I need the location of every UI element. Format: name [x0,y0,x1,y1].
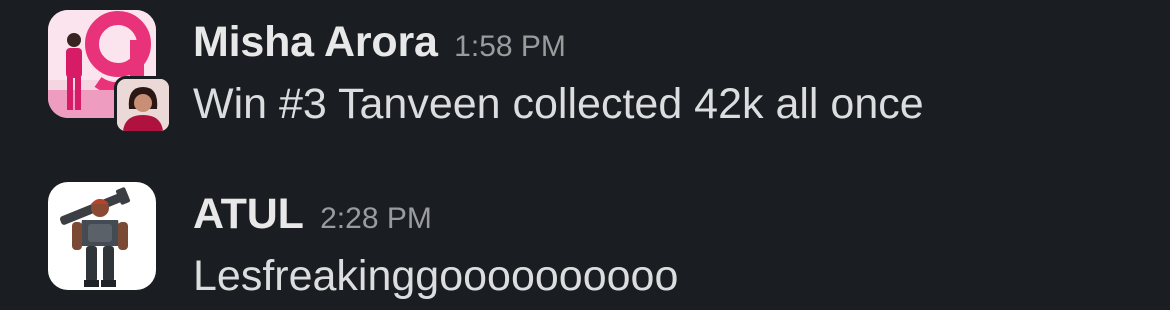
timestamp[interactable]: 1:58 PM [454,30,566,63]
message-feed: Misha Arora 1:58 PM Win #3 Tanveen colle… [0,0,1170,310]
woman-portrait-avatar-icon [114,76,172,134]
author-name[interactable]: Misha Arora [193,18,438,66]
author-name[interactable]: ATUL [193,190,304,238]
timestamp[interactable]: 2:28 PM [320,202,432,235]
message-text: Lesfreakinggoooooooooo [193,252,679,300]
message-item: ATUL 2:28 PM Lesfreakinggoooooooooo [0,180,1170,300]
message-text: Win #3 Tanveen collected 42k all once [193,80,924,128]
armored-soldier-avatar-icon[interactable] [48,182,156,290]
message-item: Misha Arora 1:58 PM Win #3 Tanveen colle… [0,8,1170,134]
message-header: ATUL 2:28 PM [193,190,432,239]
message-header: Misha Arora 1:58 PM [193,18,566,67]
